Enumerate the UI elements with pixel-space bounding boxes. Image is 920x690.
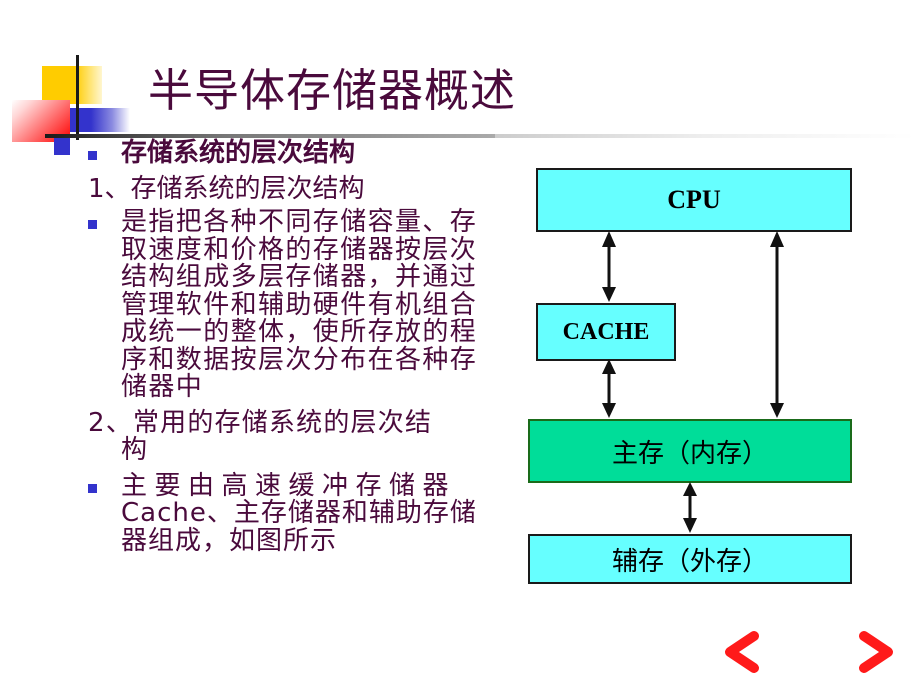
previous-slide-button[interactable] bbox=[722, 630, 804, 674]
next-slide-button[interactable] bbox=[816, 630, 896, 674]
arrow-cpu-main bbox=[770, 231, 784, 418]
diagram-arrows bbox=[602, 231, 784, 533]
arrow-left-icon bbox=[725, 631, 803, 673]
arrow-right-icon bbox=[817, 631, 893, 673]
arrow-cpu-cache bbox=[602, 231, 616, 302]
arrow-main-aux bbox=[683, 482, 697, 533]
arrow-cache-main bbox=[602, 359, 616, 418]
